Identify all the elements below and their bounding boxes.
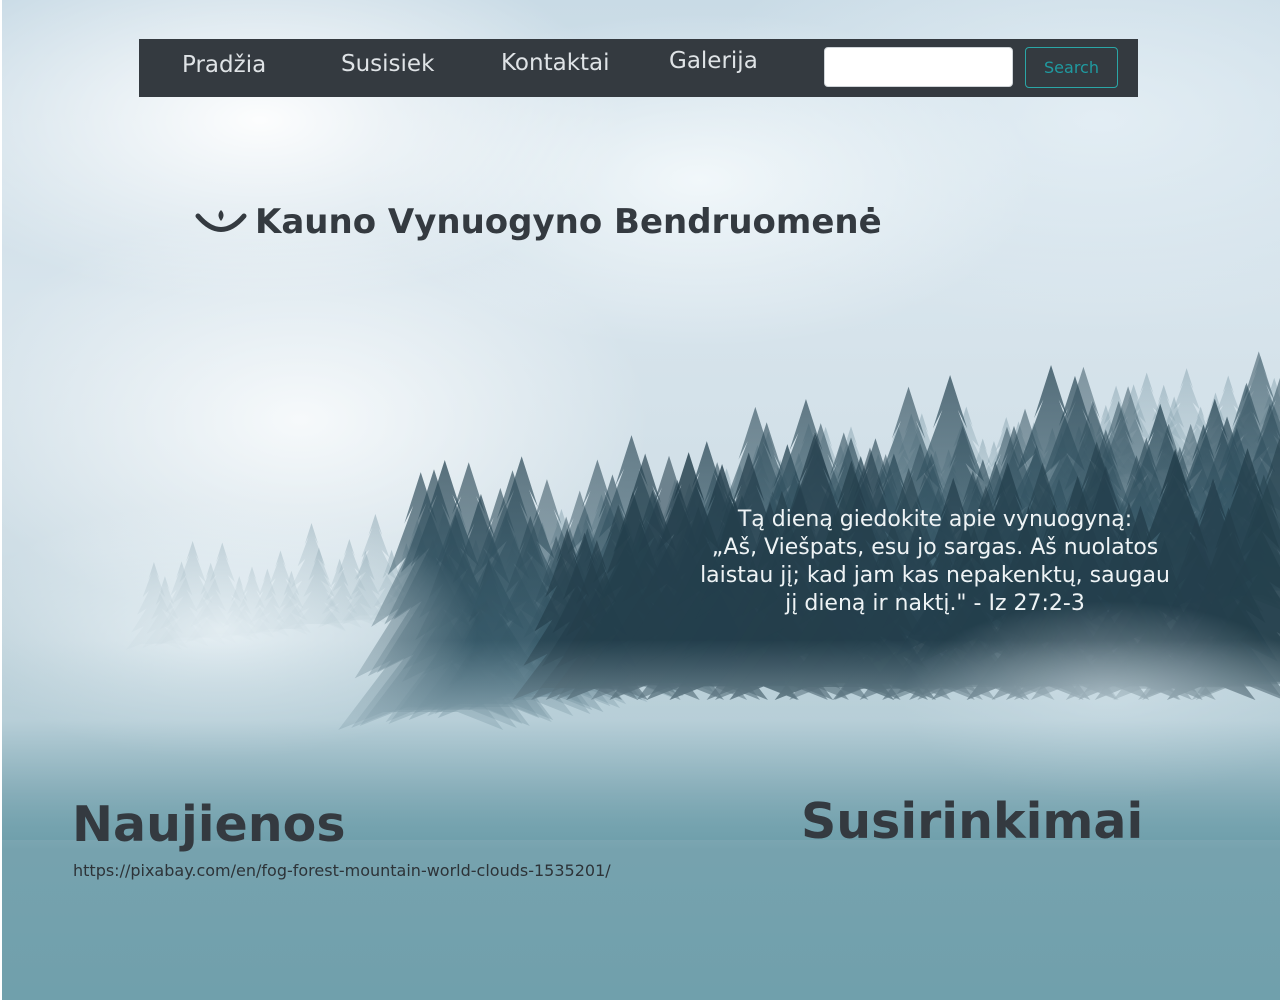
quote-line: jį dieną ir naktį." - Iz 27:2-3	[785, 591, 1085, 616]
quote-line: laistau jį; kad jam kas nepakenktų, saug…	[700, 563, 1170, 588]
quote-line: Tą dieną giedokite apie vynuogyną:	[737, 507, 1133, 532]
search-button[interactable]: Search	[1025, 47, 1118, 88]
site-title: Kauno Vynuogyno Bendruomenė	[255, 202, 882, 242]
site-brand[interactable]: Kauno Vynuogyno Bendruomenė	[195, 200, 882, 244]
search-input[interactable]	[824, 47, 1013, 87]
quote-line: „Aš, Viešpats, esu jo sargas. Aš nuolato…	[711, 535, 1159, 560]
smile-vine-icon	[195, 210, 247, 232]
top-navbar: Pradžia Susisiek Kontaktai Galerija Sear…	[139, 39, 1138, 97]
news-heading: Naujienos	[72, 796, 346, 853]
meetings-heading: Susirinkimai	[801, 793, 1144, 850]
image-credit-text: https://pixabay.com/en/fog-forest-mounta…	[73, 861, 611, 880]
nav-link-kontaktai[interactable]: Kontaktai	[501, 52, 610, 75]
nav-link-susisiek[interactable]: Susisiek	[341, 53, 434, 76]
nav-link-pradzia[interactable]: Pradžia	[182, 54, 266, 77]
bible-quote: Tą dieną giedokite apie vynuogyną: „Aš, …	[660, 506, 1210, 618]
nav-link-galerija[interactable]: Galerija	[669, 50, 758, 73]
page-edge	[0, 0, 2, 1000]
